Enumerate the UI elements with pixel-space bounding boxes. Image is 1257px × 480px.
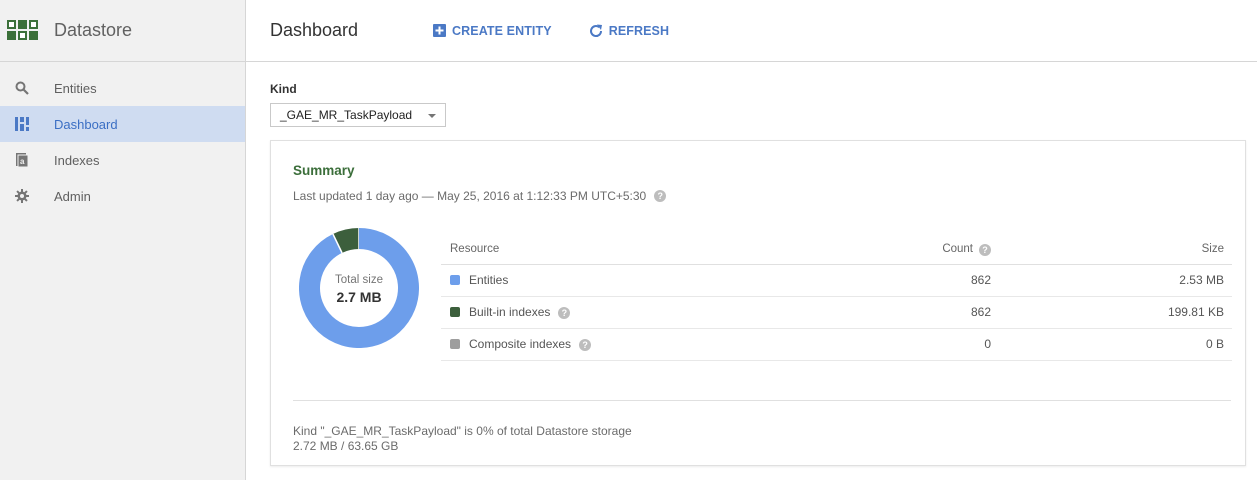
table-row: Composite indexes? 0 0 B [441, 328, 1232, 361]
count-cell: 862 [812, 296, 1012, 329]
sidebar-item-label: Admin [54, 188, 91, 204]
size-cell: 0 B [1012, 328, 1232, 361]
size-donut-chart: Total size 2.7 MB [299, 228, 419, 348]
legend-swatch [450, 275, 460, 285]
resource-cell: Composite indexes? [441, 328, 812, 361]
app-title: Datastore [54, 20, 133, 40]
search-icon [14, 80, 30, 96]
gear-icon [14, 188, 30, 204]
top-bar: Dashboard CREATE ENTITY REFRESH [246, 0, 1257, 62]
page-title: Dashboard [270, 20, 359, 40]
resource-cell: Built-in indexes? [441, 296, 812, 329]
size-cell: 2.53 MB [1012, 264, 1232, 297]
resource-cell: Entities [441, 264, 812, 297]
total-size-label: Total size [335, 273, 383, 286]
col-count-label: Count [942, 242, 973, 255]
refresh-label: REFRESH [608, 23, 670, 38]
summary-title: Summary [293, 163, 355, 178]
help-icon[interactable]: ? [558, 307, 571, 319]
help-icon[interactable]: ? [579, 339, 592, 351]
last-updated: Last updated 1 day ago — May 25, 2016 at… [293, 189, 667, 203]
sidebar-item-entities[interactable]: Entities [0, 70, 245, 106]
create-entity-label: CREATE ENTITY [452, 23, 552, 38]
dashboard-icon [14, 116, 30, 132]
size-cell: 199.81 KB [1012, 296, 1232, 329]
main-content: Kind _GAE_MR_TaskPayload Summary Last up… [270, 62, 1257, 480]
create-entity-button[interactable]: CREATE ENTITY [433, 24, 552, 38]
resource-name: Composite indexes [469, 337, 572, 351]
datastore-logo-icon [7, 19, 39, 42]
sidebar-item-indexes[interactable]: a Indexes [0, 142, 245, 178]
svg-text:a: a [20, 157, 25, 166]
brand: Datastore [0, 0, 245, 62]
sidebar-item-dashboard[interactable]: Dashboard [0, 106, 245, 142]
resource-name: Entities [469, 273, 509, 287]
donut-center: Total size 2.7 MB [299, 228, 419, 348]
col-count: Count? [812, 235, 1012, 265]
kind-label: Kind [270, 82, 297, 96]
col-resource: Resource [441, 235, 812, 265]
table-row: Entities 862 2.53 MB [441, 264, 1232, 297]
summary-card: Summary Last updated 1 day ago — May 25,… [270, 140, 1246, 466]
storage-footnote: Kind "_GAE_MR_TaskPayload" is 0% of tota… [293, 424, 632, 454]
sidebar-item-label: Dashboard [54, 116, 118, 132]
sidebar-item-label: Indexes [54, 152, 100, 168]
indexes-icon: a [14, 152, 30, 168]
datastore-app: Datastore Entities Dashboard a Indexes A… [0, 0, 1257, 480]
help-icon[interactable]: ? [979, 243, 991, 256]
resource-table: Resource Count? Size Entities 862 2.53 M… [441, 235, 1232, 361]
storage-share-text: Kind "_GAE_MR_TaskPayload" is 0% of tota… [293, 424, 632, 438]
legend-swatch [450, 339, 460, 349]
card-divider [293, 400, 1231, 401]
kind-select[interactable]: _GAE_MR_TaskPayload [270, 103, 446, 127]
count-cell: 862 [812, 264, 1012, 297]
add-box-icon [433, 24, 446, 37]
storage-usage-text: 2.72 MB / 63.65 GB [293, 439, 399, 453]
refresh-icon [589, 24, 603, 38]
sidebar-nav: Entities Dashboard a Indexes Admin [0, 62, 245, 214]
col-size: Size [1012, 235, 1232, 265]
last-updated-text: Last updated 1 day ago — May 25, 2016 at… [293, 189, 647, 203]
count-cell: 0 [812, 328, 1012, 361]
sidebar-item-admin[interactable]: Admin [0, 178, 245, 214]
dropdown-arrow-icon [428, 114, 436, 118]
table-header-row: Resource Count? Size [441, 235, 1232, 265]
table-row: Built-in indexes? 862 199.81 KB [441, 296, 1232, 329]
sidebar-item-label: Entities [54, 80, 97, 96]
resource-name: Built-in indexes [469, 305, 551, 319]
total-size-value: 2.7 MB [336, 288, 382, 305]
sidebar: Datastore Entities Dashboard a Indexes A… [0, 0, 246, 480]
refresh-button[interactable]: REFRESH [589, 24, 669, 38]
help-icon[interactable]: ? [654, 190, 667, 202]
legend-swatch [450, 307, 460, 317]
kind-selected-value: _GAE_MR_TaskPayload [280, 108, 413, 122]
